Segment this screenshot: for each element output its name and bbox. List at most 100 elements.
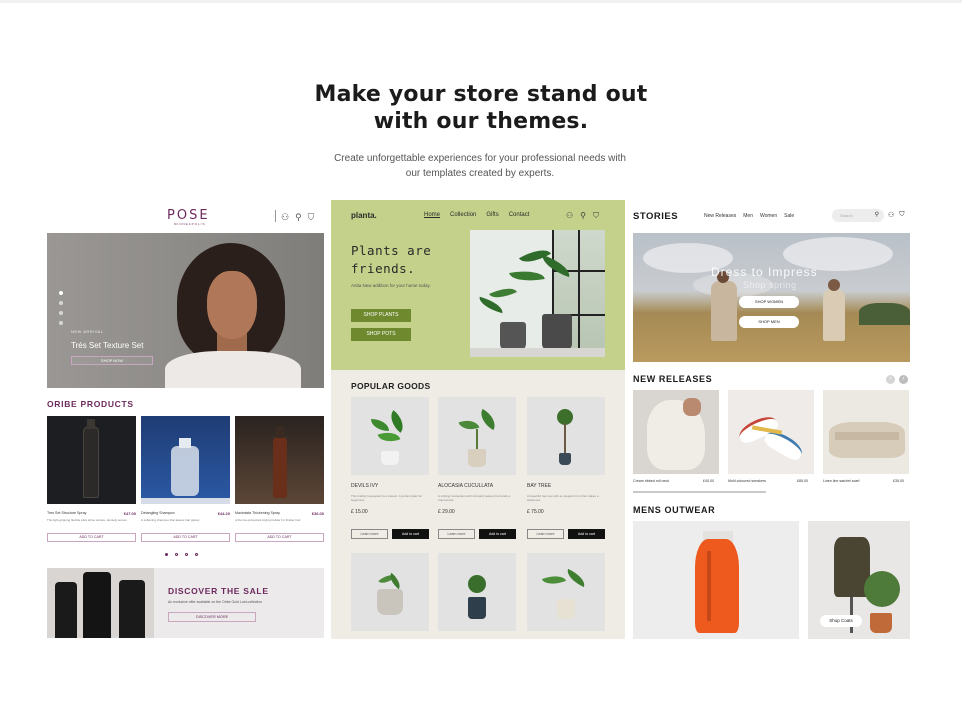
carousel-dot[interactable] — [59, 311, 63, 315]
product-image[interactable]: Shop Coats — [808, 521, 910, 639]
product-image[interactable] — [823, 390, 909, 474]
sneaker — [762, 427, 806, 463]
shop-now-button[interactable]: SHOP NOW — [71, 356, 153, 365]
product-image[interactable] — [235, 416, 324, 504]
cart-icon[interactable]: ⛉ — [593, 211, 599, 221]
product-image[interactable] — [351, 553, 429, 631]
pose-logo[interactable]: POSE — [167, 208, 210, 223]
plant-pot — [381, 451, 399, 465]
product-card[interactable]: Tres Set Structure Spray €47.00 The ligh… — [47, 416, 136, 542]
page-title-line2: with our themes. — [373, 109, 589, 134]
product-image[interactable] — [527, 397, 605, 475]
product-card[interactable]: Maximista Thickening Spray €36.00 A ther… — [235, 416, 324, 542]
pose-hero-banner: NEW ARRIVAL Trés Set Texture Set SHOP NO… — [47, 233, 324, 388]
chevron-left-icon[interactable]: ‹ — [886, 375, 895, 384]
carousel-scrollbar[interactable] — [633, 491, 766, 493]
carousel-dot[interactable] — [195, 553, 198, 556]
discover-more-button[interactable]: DISCOVER MORE — [168, 612, 256, 622]
user-icon[interactable]: ⚇ — [888, 211, 894, 219]
hero-title-line2: friends. — [351, 261, 416, 276]
plant-pot — [559, 453, 571, 465]
pose-theme-preview[interactable]: POSE MINNEAPOLIS ⚇ ⚲ ⛉ NEW ARRIVAL Trés … — [47, 203, 324, 639]
product-image[interactable] — [351, 397, 429, 475]
carousel-dot[interactable] — [185, 553, 188, 556]
product-carousel-dots[interactable] — [165, 553, 198, 556]
chevron-right-icon[interactable]: › — [899, 375, 908, 384]
carousel-dot[interactable] — [59, 291, 63, 295]
learn-more-button[interactable]: Learn more — [351, 529, 388, 539]
nav-women[interactable]: Women — [760, 213, 777, 219]
nav-new-releases[interactable]: New Releases — [704, 213, 736, 219]
product-price: £40.00 — [703, 479, 714, 483]
product-image[interactable] — [633, 521, 799, 639]
product-name: Detangling Shampoo — [141, 511, 175, 515]
carousel-dot[interactable] — [175, 553, 178, 556]
cart-icon[interactable]: ⛉ — [308, 212, 315, 223]
product-image[interactable] — [47, 416, 136, 504]
model-man — [711, 281, 737, 341]
add-to-cart-button[interactable]: Add to cart — [568, 529, 605, 539]
add-to-cart-button[interactable]: Add to cart — [479, 529, 516, 539]
learn-more-button[interactable]: Learn more — [438, 529, 475, 539]
carousel-dots[interactable] — [59, 291, 63, 325]
product-image[interactable] — [438, 553, 516, 631]
product-image[interactable] — [438, 397, 516, 475]
cart-icon[interactable]: ⛉ — [899, 211, 904, 219]
stories-hero-banner: Dress to Impress Shop spring SHOP WOMEN … — [633, 233, 910, 362]
sale-image — [47, 568, 154, 638]
product-name: ALOCASIA CUCULLATA — [438, 483, 494, 489]
product-description: This trailing houseplant is a classic. A… — [351, 494, 423, 502]
product-card[interactable]: DEVILS IVY This trailing houseplant is a… — [351, 397, 429, 539]
product-image[interactable] — [527, 553, 605, 631]
section-title: NEW RELEASES — [633, 374, 713, 384]
search-icon[interactable]: ⚲ — [295, 212, 302, 223]
plant-leaf — [541, 571, 567, 589]
planta-header-icons: ⚇ ⚲ ⛉ — [566, 211, 599, 221]
user-icon[interactable]: ⚇ — [281, 212, 289, 223]
stories-logo[interactable]: STORIES — [633, 211, 678, 222]
product-description: A beautiful bay tree with an elegant for… — [527, 494, 599, 502]
carousel-dot[interactable] — [59, 321, 63, 325]
tree — [859, 303, 910, 325]
search-icon[interactable]: ⚲ — [875, 209, 879, 222]
shop-women-button[interactable]: SHOP WOMEN — [739, 296, 799, 308]
nav-home[interactable]: Home — [424, 212, 440, 218]
add-to-cart-button[interactable]: ADD TO CART — [235, 533, 324, 542]
nav-sale[interactable]: Sale — [784, 213, 794, 219]
stories-nav: New Releases Men Women Sale — [704, 213, 794, 219]
product-card[interactable]: Detangling Shampoo €44.20 A softening sh… — [141, 416, 230, 542]
product-description: A softening shampoo that leaves hair glo… — [141, 518, 200, 522]
search-icon[interactable]: ⚲ — [580, 211, 586, 221]
add-to-cart-button[interactable]: ADD TO CART — [47, 533, 136, 542]
shop-coats-button[interactable]: Shop Coats — [820, 615, 862, 627]
page-subtitle: Create unforgettable experiences for you… — [310, 151, 650, 181]
product-image[interactable] — [633, 390, 719, 474]
nav-contact[interactable]: Contact — [509, 212, 530, 218]
carousel-dot[interactable] — [59, 301, 63, 305]
product-image[interactable] — [141, 416, 230, 504]
hero-title-line1: Plants are — [351, 243, 432, 258]
add-to-cart-button[interactable]: ADD TO CART — [141, 533, 230, 542]
shop-pots-button[interactable]: SHOP POTS — [351, 328, 411, 341]
planta-theme-preview[interactable]: planta. Home Collection Gifts Contact ⚇ … — [331, 200, 625, 639]
stories-theme-preview[interactable]: STORIES New Releases Men Women Sale Sear… — [633, 203, 910, 639]
nav-men[interactable]: Men — [743, 213, 753, 219]
product-image[interactable] — [728, 390, 814, 474]
sale-description: An exclusive offer available on the Orib… — [168, 600, 263, 604]
scarf-fold — [835, 432, 899, 440]
planta-logo[interactable]: planta. — [351, 211, 377, 220]
search-input[interactable]: Search ⚲ — [832, 209, 884, 222]
shop-plants-button[interactable]: SHOP PLANTS — [351, 309, 411, 322]
product-description: A thermo-protectant styling builder for … — [235, 518, 301, 522]
carousel-dot[interactable] — [165, 553, 168, 556]
product-name: Maximista Thickening Spray — [235, 511, 280, 515]
nav-gifts[interactable]: Gifts — [486, 212, 498, 218]
product-card[interactable]: BAY TREE A beautiful bay tree with an el… — [527, 397, 605, 539]
plant-pot — [870, 613, 892, 633]
nav-collection[interactable]: Collection — [450, 212, 476, 218]
user-icon[interactable]: ⚇ — [566, 211, 573, 221]
shop-men-button[interactable]: SHOP MEN — [739, 316, 799, 328]
product-card[interactable]: ALOCASIA CUCULLATA A striking houseplant… — [438, 397, 516, 539]
add-to-cart-button[interactable]: Add to cart — [392, 529, 429, 539]
learn-more-button[interactable]: Learn more — [527, 529, 564, 539]
